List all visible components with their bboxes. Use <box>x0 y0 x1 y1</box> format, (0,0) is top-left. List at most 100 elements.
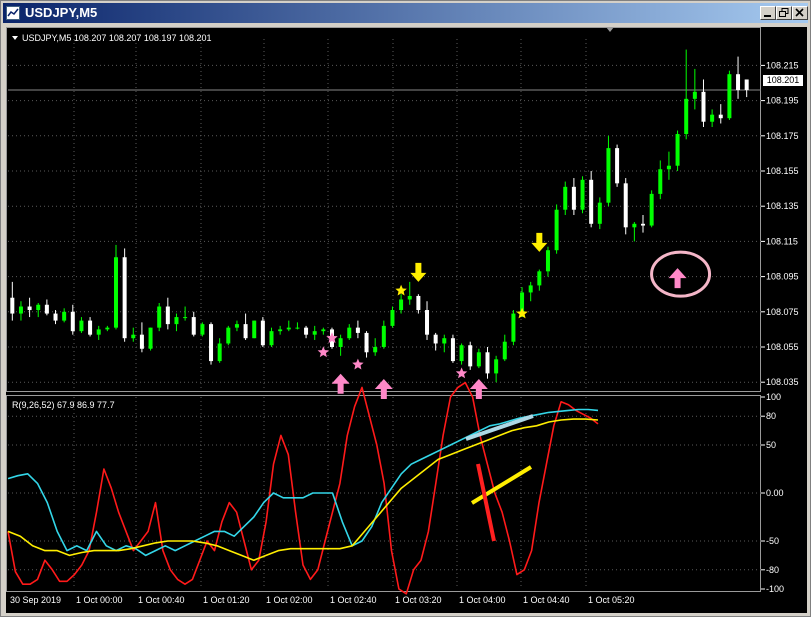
candle-body <box>606 148 611 203</box>
candle-body <box>27 306 32 311</box>
candle-body <box>139 334 144 349</box>
indicator-label: R(9,26,52) 67.9 86.9 77.7 <box>12 400 115 410</box>
annotation-trendline-red <box>476 463 496 542</box>
minimize-button[interactable] <box>760 6 776 20</box>
time-axis-label: 1 Oct 00:00 <box>76 595 123 605</box>
candle-body <box>641 223 646 226</box>
candle-body <box>736 74 741 91</box>
candle-body <box>744 79 749 91</box>
candle-body <box>252 320 257 339</box>
candle-body <box>131 334 136 339</box>
candle-body <box>191 317 196 335</box>
minimize-icon <box>764 15 771 17</box>
candle-body <box>563 186 568 210</box>
chart-window-icon <box>6 6 20 20</box>
indicator-axis-label: 80 <box>766 411 776 421</box>
candle-body <box>53 313 58 321</box>
candle-body <box>718 114 723 119</box>
price-axis-label: 108.095 <box>766 272 799 282</box>
up-arrow-signal-icon <box>331 373 350 394</box>
candle-body <box>580 179 585 210</box>
close-button[interactable] <box>792 6 808 20</box>
time-axis-label: 1 Oct 00:40 <box>138 595 185 605</box>
star-signal-icon <box>317 346 329 358</box>
candle-body <box>70 311 75 332</box>
candle-body <box>399 299 404 311</box>
candle-body <box>675 134 680 166</box>
star-signal-icon <box>395 284 407 296</box>
candle-body <box>459 345 464 362</box>
candle-body <box>269 331 274 346</box>
current-price-tag: 108.201 <box>763 75 803 86</box>
candle-body <box>295 327 300 329</box>
candle-body <box>304 327 309 335</box>
time-axis-label: 1 Oct 02:00 <box>266 595 313 605</box>
shift-marker-icon <box>606 27 614 32</box>
candle-body <box>373 347 378 353</box>
candle-body <box>338 338 343 347</box>
candle-body <box>597 202 602 224</box>
candle-body <box>684 98 689 135</box>
candle-body <box>649 193 654 226</box>
candle-body <box>36 304 41 311</box>
candle-body <box>502 341 507 360</box>
candle-body <box>390 310 395 326</box>
title-bar[interactable]: USDJPY,M5 <box>3 3 808 23</box>
time-axis-label: 1 Oct 01:20 <box>203 595 250 605</box>
chart-window: USDJPY,M5 30 Sep 2019 1 Oct 00:00 1 Oct 00… <box>0 0 811 617</box>
star-signal-icon <box>455 367 468 379</box>
indicator-axis-label: 50 <box>766 440 776 450</box>
time-axis-label: 1 Oct 03:20 <box>395 595 442 605</box>
candle-body <box>666 165 671 170</box>
restore-button[interactable] <box>776 6 792 20</box>
candle-body <box>589 179 594 224</box>
candle-body <box>476 352 481 367</box>
candle-body <box>217 343 222 362</box>
chart-area[interactable]: 30 Sep 2019 1 Oct 00:00 1 Oct 00:40 1 Oct 0… <box>6 27 807 613</box>
down-arrow-signal-icon <box>531 232 548 252</box>
indicator-axis-label: 0.00 <box>766 488 784 498</box>
candle-body <box>62 311 67 321</box>
price-axis-label: 108.075 <box>766 307 799 317</box>
candle-body <box>226 327 231 344</box>
candle-body <box>632 223 637 228</box>
close-icon <box>795 8 804 17</box>
price-axis-label: 108.195 <box>766 96 799 106</box>
indicator-axis-label: -100 <box>766 584 784 594</box>
price-axis-label: 108.135 <box>766 201 799 211</box>
up-arrow-signal-icon <box>668 268 687 289</box>
candle-body <box>105 327 110 330</box>
candle-body <box>537 271 542 286</box>
indicator-axis-label: -50 <box>766 536 779 546</box>
down-arrow-signal-icon <box>410 262 427 282</box>
candle-body <box>615 148 620 184</box>
candle-body <box>468 345 473 367</box>
candle-body <box>174 317 179 325</box>
indicator-pane-frame <box>6 395 761 592</box>
candle-body <box>381 325 386 347</box>
price-axis-label: 108.155 <box>766 166 799 176</box>
candle-body <box>425 310 430 335</box>
time-axis-label: 1 Oct 05:20 <box>588 595 635 605</box>
candle-body <box>433 334 438 344</box>
candle-body <box>554 209 559 251</box>
candle-body <box>44 304 49 314</box>
candle-body <box>157 306 162 328</box>
candle-body <box>347 327 352 339</box>
candle-body <box>416 295 421 311</box>
candle-body <box>286 327 291 330</box>
candle-body <box>113 257 118 328</box>
candle-body <box>701 91 706 122</box>
candle-body <box>79 320 84 332</box>
restore-icon <box>779 8 789 17</box>
indicator-line-r9 <box>7 381 599 595</box>
price-axis-label: 108.175 <box>766 131 799 141</box>
chart-canvas[interactable]: 30 Sep 2019 1 Oct 00:00 1 Oct 00:40 1 Oct 0… <box>6 27 807 613</box>
candle-body <box>494 359 499 374</box>
star-signal-icon <box>352 358 364 370</box>
candle-body <box>528 285 533 293</box>
window-title: USDJPY,M5 <box>25 5 98 20</box>
candle-body <box>450 338 455 362</box>
price-axis-label: 108.055 <box>766 342 799 352</box>
candle-body <box>312 331 317 335</box>
